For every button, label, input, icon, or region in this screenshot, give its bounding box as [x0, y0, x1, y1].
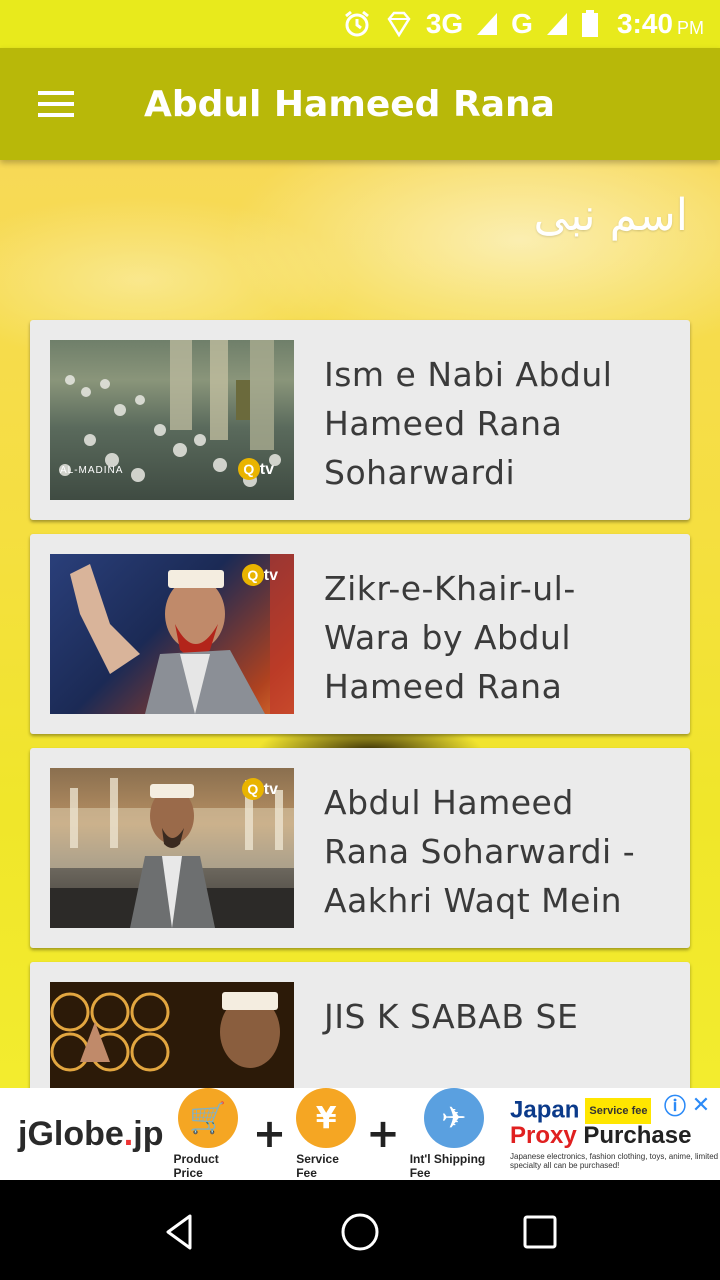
ad-close-icon[interactable]: ✕ — [688, 1092, 714, 1118]
diamond-signal-icon — [384, 9, 414, 39]
channel-logo: Qtv — [241, 564, 278, 586]
video-thumbnail[interactable]: AL-MADINA Qtv — [50, 340, 294, 500]
list-item[interactable]: AL-MADINA Qtv Ism e Nabi Abdul Hameed Ra… — [30, 320, 690, 520]
video-thumbnail[interactable] — [50, 982, 294, 1088]
cell-signal-2-icon — [545, 11, 569, 37]
clock-ampm: PM — [677, 17, 704, 38]
cart-icon: 🛒 — [178, 1088, 239, 1148]
status-bar: 3G G 3:40 PM — [0, 0, 720, 48]
channel-logo: Qtv — [237, 458, 274, 480]
ad-banner[interactable]: jGlobe.jp 🛒 Product Price + ¥ Service Fe… — [0, 1088, 720, 1180]
yen-icon: ¥ — [296, 1088, 357, 1148]
content-area[interactable]: اسم نبی AL-MADINA Q tv Ism e Nabi Abdul … — [0, 160, 720, 1088]
ad-step-service-fee: ¥ Service Fee — [296, 1088, 357, 1180]
list-item[interactable]: JIS K SABAB SE — [30, 962, 690, 1088]
ad-plus: + — [252, 1111, 287, 1157]
service-fee-badge: Service fee — [585, 1098, 652, 1124]
ad-step-shipping-fee: ✈ Int'l Shipping Fee — [410, 1088, 498, 1180]
channel-logo: Qtv — [241, 778, 278, 800]
video-thumbnail[interactable]: Qtv — [50, 768, 294, 928]
ad-description: Japanese electronics, fashion clothing, … — [510, 1152, 719, 1170]
clock-time: 3:40 — [616, 8, 673, 39]
ad-step-caption: Service Fee — [296, 1152, 339, 1180]
section-title: اسم نبی — [533, 190, 688, 241]
ad-step-product-price: 🛒 Product Price — [173, 1088, 242, 1180]
app-title: Abdul Hameed Rana — [144, 83, 555, 125]
airplane-icon: ✈ — [423, 1088, 484, 1148]
list-item[interactable]: Qtv Zikr-e-Khair-ul-Wara by Abdul Hameed… — [30, 534, 690, 734]
network-type: 3G — [425, 8, 464, 39]
home-circle-icon[interactable] — [320, 1192, 400, 1272]
thumbnail-watermark: AL-MADINA — [60, 465, 124, 476]
video-title: Zikr-e-Khair-ul-Wara by Abdul Hameed Ran… — [324, 569, 576, 706]
video-title: Abdul Hameed Rana Soharwardi - Aakhri Wa… — [324, 783, 636, 920]
video-title: Ism e Nabi Abdul Hameed Rana Soharwardi — [324, 355, 613, 492]
ad-controls: ⓘ ✕ — [662, 1092, 714, 1121]
roaming-network: G — [511, 8, 533, 39]
ad-plus: + — [366, 1111, 400, 1157]
video-title: JIS K SABAB SE — [324, 997, 579, 1036]
ad-info-icon[interactable]: ⓘ — [662, 1092, 688, 1120]
battery-icon — [581, 10, 599, 38]
hamburger-menu-icon[interactable] — [0, 48, 112, 160]
ad-logo[interactable]: jGlobe.jp — [18, 1115, 163, 1154]
alarm-icon — [342, 9, 372, 39]
system-nav-bar — [0, 1184, 720, 1280]
list-item[interactable]: Qtv Abdul Hameed Rana Soharwardi - Aakhr… — [30, 748, 690, 948]
video-thumbnail[interactable]: Qtv — [50, 554, 294, 714]
app-bar: Abdul Hameed Rana — [0, 48, 720, 160]
ad-step-caption: Int'l Shipping Fee — [409, 1152, 486, 1180]
back-triangle-icon[interactable] — [140, 1192, 220, 1272]
cell-signal-icon — [475, 11, 499, 37]
ad-step-caption: Product Price — [173, 1152, 219, 1180]
video-list[interactable]: AL-MADINA Qtv Ism e Nabi Abdul Hameed Ra… — [30, 320, 690, 1088]
recents-square-icon[interactable] — [500, 1192, 580, 1272]
ad-headline-line2: Proxy Purchase — [510, 1122, 692, 1149]
